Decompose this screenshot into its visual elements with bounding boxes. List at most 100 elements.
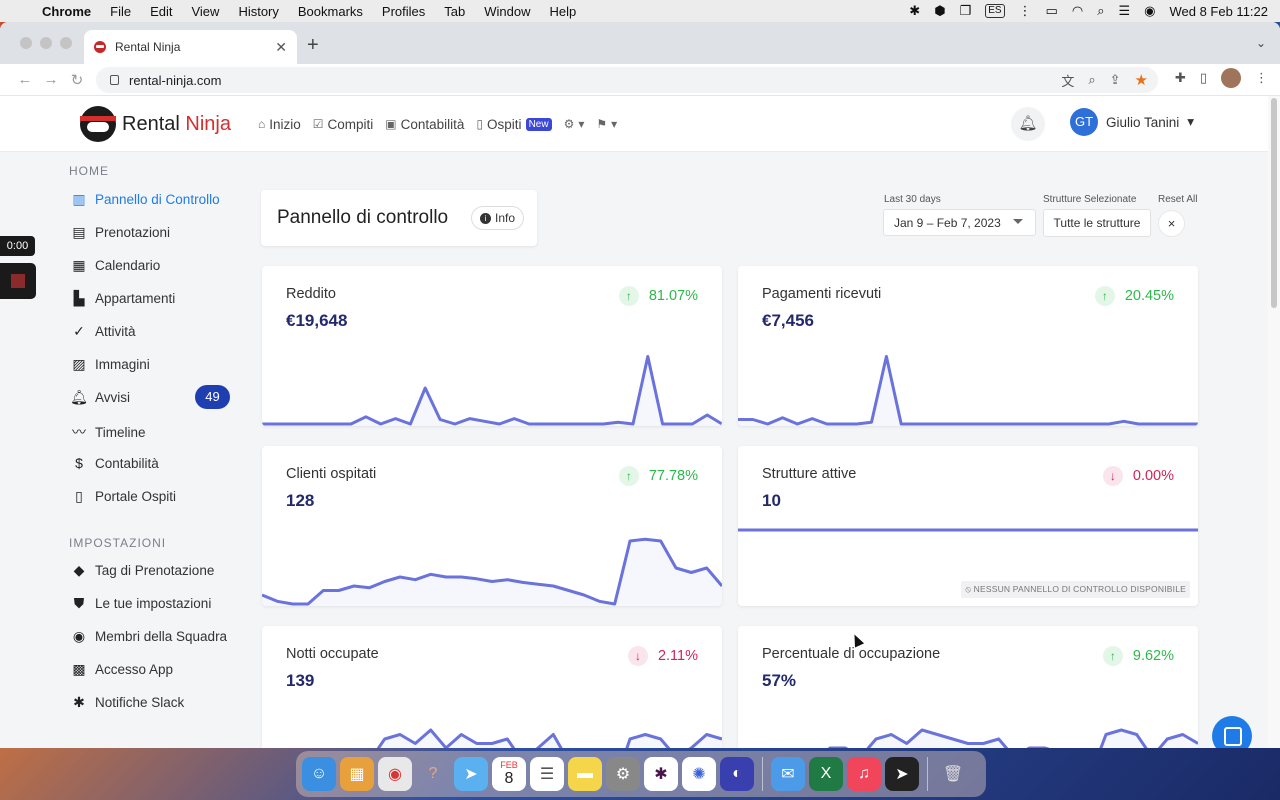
chrome-menu-icon[interactable]: ⋮ (1255, 70, 1268, 86)
menubar-clock[interactable]: Wed 8 Feb 11:22 (1169, 4, 1268, 19)
user-menu[interactable]: GT Giulio Tanini ▾ (1070, 108, 1194, 136)
zoom-icon[interactable]: ⌕ (1088, 72, 1095, 88)
control-center-icon[interactable]: ☰ (1118, 3, 1130, 19)
tab-search-chevron-icon[interactable]: ⌄ (1256, 36, 1266, 50)
burst-app-icon[interactable]: ✺ (682, 757, 716, 791)
settings-dropdown[interactable]: ⚙ ▾ (564, 117, 585, 131)
excel-icon[interactable]: X (809, 757, 843, 791)
menu-tab[interactable]: Tab (444, 4, 465, 19)
maps-icon[interactable]: ➤ (454, 757, 488, 791)
menu-window[interactable]: Window (484, 4, 530, 19)
reload-icon[interactable]: ↻ (64, 71, 90, 89)
app-status-icon[interactable]: ⬢ (934, 3, 945, 19)
reminders-icon[interactable]: ☰ (530, 757, 564, 791)
nav-contabilita[interactable]: ▣ Contabilità (385, 117, 464, 132)
lock-icon[interactable] (110, 75, 119, 85)
menu-app-name[interactable]: Chrome (42, 4, 91, 19)
structures-select-button[interactable]: Tutte le strutture (1043, 209, 1151, 237)
tab-close-icon[interactable]: ✕ (275, 39, 287, 56)
side-panel-icon[interactable]: ▯ (1200, 70, 1207, 86)
finder-icon[interactable]: ☺ (302, 757, 336, 791)
cursor-app-icon[interactable]: ➤ (885, 757, 919, 791)
spotlight-search-icon[interactable]: ⌕ (1097, 3, 1104, 19)
reset-all-button[interactable]: × (1158, 210, 1185, 237)
mail-icon[interactable]: ✉ (771, 757, 805, 791)
system-preferences-icon[interactable]: ⚙ (606, 757, 640, 791)
sidebar-item-immagini[interactable]: ▨ Immagini (70, 356, 240, 373)
kpi-card-clienti[interactable]: Clienti ospitati 128 ↑ 77.78% (262, 446, 722, 606)
menu-help[interactable]: Help (550, 4, 577, 19)
notifications-bell-icon[interactable]: 🔔︎ (1011, 107, 1045, 141)
phone-icon: ▯ (476, 117, 484, 131)
sidebar-item-attivita[interactable]: ✓ Attività (70, 323, 240, 340)
info-button-label: Info (495, 211, 516, 225)
menu-bookmarks[interactable]: Bookmarks (298, 4, 363, 19)
kpi-card-pagamenti[interactable]: Pagamenti ricevuti €7,456 ↑ 20.45% (738, 266, 1198, 426)
sidebar-item-slack[interactable]: ✱ Notifiche Slack (70, 694, 240, 711)
new-tab-button[interactable]: + (307, 34, 319, 57)
menu-profiles[interactable]: Profiles (382, 4, 425, 19)
sidebar-item-contabilita[interactable]: $ Contabilità (70, 455, 240, 471)
extensions-puzzle-icon[interactable]: ✚ (1175, 70, 1186, 86)
close-window-button[interactable] (20, 37, 32, 49)
calendar-app-icon[interactable]: FEB 8 (492, 757, 526, 791)
recorder-stop-button[interactable] (0, 263, 36, 299)
sidebar-item-prenotazioni[interactable]: ▤ Prenotazioni (70, 224, 240, 241)
sidebar-item-tag-prenotazione[interactable]: ◆ Tag di Prenotazione (70, 562, 240, 579)
language-dropdown[interactable]: ⚑ ▾ (596, 117, 617, 131)
help-question-icon[interactable]: ? (416, 757, 450, 791)
address-bar[interactable]: rental-ninja.com 文 ⌕ ⇪ ★ (96, 67, 1158, 93)
gear-status-icon[interactable]: ✱ (909, 3, 920, 19)
music-icon[interactable]: ♫ (847, 757, 881, 791)
battery-icon[interactable]: ▭ (1046, 3, 1058, 19)
sidebar-item-membri[interactable]: ◉ Membri della Squadra (70, 628, 240, 645)
nav-ospiti[interactable]: ▯ Ospiti New (476, 117, 552, 132)
bookmark-star-icon[interactable]: ★ (1135, 71, 1148, 89)
apple-icon[interactable] (10, 4, 24, 18)
menu-edit[interactable]: Edit (150, 4, 172, 19)
menu-history[interactable]: History (238, 4, 278, 19)
kpi-card-reddito[interactable]: Reddito €19,648 ↑ 81.07% (262, 266, 722, 426)
menu-file[interactable]: File (110, 4, 131, 19)
sidebar-item-accesso-app[interactable]: ▩ Accesso App (70, 661, 240, 678)
trash-icon[interactable]: 🗑︎ (936, 757, 970, 791)
rental-ninja-logo[interactable]: Rental Ninja (80, 106, 231, 142)
notes-icon[interactable]: ▬ (568, 757, 602, 791)
kpi-card-strutture[interactable]: Strutture attive 10 ↓ 0.00% ⦸ NESSUN PANN… (738, 446, 1198, 606)
caret-down-icon: ▾ (611, 117, 618, 131)
sidebar-item-portale-ospiti[interactable]: ▯ Portale Ospiti (70, 488, 240, 505)
nav-inizio[interactable]: ⌂ Inizio (258, 117, 301, 132)
window-status-icon[interactable]: ❐ (960, 3, 972, 19)
bluetooth-icon[interactable]: ⋮ (1019, 3, 1032, 19)
forward-arrow-icon[interactable]: → (38, 71, 64, 88)
sidebar-item-avvisi[interactable]: 🔔︎ Avvisi 49 (70, 385, 240, 409)
input-source-indicator[interactable]: ES (985, 4, 1005, 18)
sidebar-item-pannello[interactable]: ▥ Pannello di Controllo (70, 191, 240, 208)
sidebar-item-calendario[interactable]: ▦ Calendario (70, 257, 240, 274)
nav-compiti[interactable]: ☑ Compiti (313, 117, 374, 132)
browser-tab-active[interactable]: Rental Ninja ✕ (84, 30, 297, 64)
minimize-window-button[interactable] (40, 37, 52, 49)
chat-support-button[interactable] (1212, 716, 1252, 748)
share-icon[interactable]: ⇪ (1110, 72, 1121, 88)
profile-avatar[interactable] (1221, 68, 1241, 88)
url-text[interactable]: rental-ninja.com (129, 73, 222, 88)
wifi-icon[interactable]: ◠ (1072, 3, 1083, 19)
translate-icon[interactable]: 文 (1061, 71, 1074, 90)
info-button[interactable]: i Info (471, 206, 525, 230)
kpi-card-occupazione[interactable]: Percentuale di occupazione 57% ↑ 9.62% (738, 626, 1198, 748)
back-arrow-icon[interactable]: ← (12, 71, 38, 88)
siri-icon[interactable]: ◉ (1144, 3, 1155, 19)
chrome-icon[interactable]: ◉ (378, 757, 412, 791)
sidebar-item-appartamenti[interactable]: ▙ Appartamenti (70, 290, 240, 307)
sidebar-item-impostazioni[interactable]: ⛊ Le tue impostazioni (70, 595, 240, 612)
menu-view[interactable]: View (191, 4, 219, 19)
page-scrollbar[interactable] (1268, 96, 1280, 748)
kpi-card-notti[interactable]: Notti occupate 139 ↓ 2.11% (262, 626, 722, 748)
date-range-select[interactable]: Jan 9 – Feb 7, 2023 (883, 209, 1036, 236)
zoom-window-button[interactable] (60, 37, 72, 49)
sidebar-item-timeline[interactable]: 〰 Timeline (70, 422, 240, 442)
slack-app-icon[interactable]: ✱ (644, 757, 678, 791)
launchpad-icon[interactable]: ▦ (340, 757, 374, 791)
linear-app-icon[interactable]: ◐ (720, 757, 754, 791)
